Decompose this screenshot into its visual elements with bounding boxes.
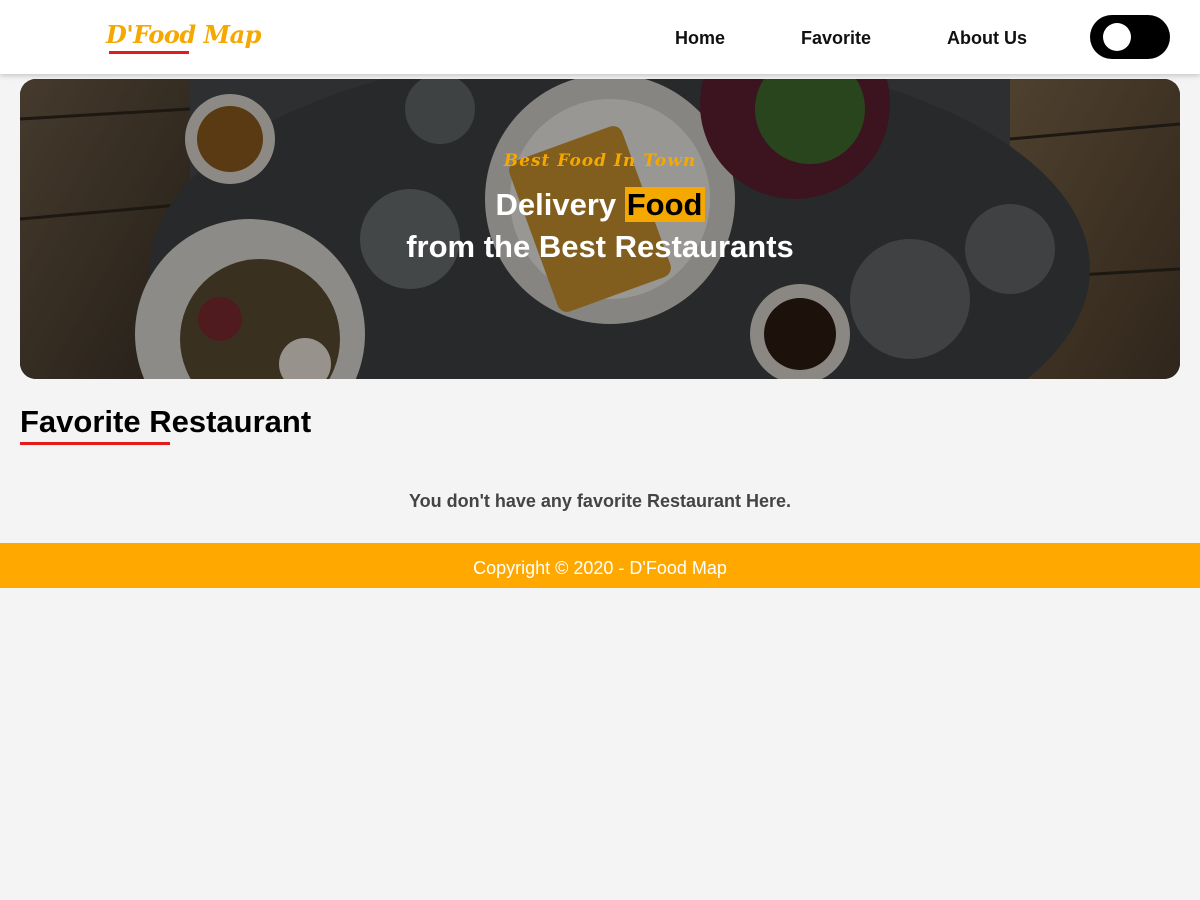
brand-underline [109,51,189,54]
nav-link-about-us[interactable]: About Us [947,28,1027,49]
nav-link-home[interactable]: Home [675,28,725,49]
empty-state-message: You don't have any favorite Restaurant H… [408,491,792,511]
top-navbar: D'Food Map Home Favorite About Us [0,0,1200,74]
hero-headline-highlight: Food [624,187,705,222]
hero-headline-line1: Delivery Food [20,187,1180,223]
hero-headline-line2: from the Best Restaurants [406,229,794,264]
title-underline [20,442,170,445]
footer: Copyright © 2020 - D'Food Map [0,543,1200,588]
hero-tagline: Best Food In Town [503,151,697,171]
hero-text-block: Best Food In Town Delivery Food from the… [20,79,1180,379]
hero-banner: Best Food In Town Delivery Food from the… [20,79,1180,379]
theme-toggle[interactable] [1090,15,1170,59]
toggle-knob [1103,23,1131,51]
nav-link-favorite[interactable]: Favorite [801,28,871,49]
footer-copyright: Copyright © 2020 - D'Food Map [473,558,727,578]
brand-logo-link[interactable]: D'Food Map [106,20,261,49]
page-title: Favorite Restaurant [20,404,312,439]
hero-headline-prefix: Delivery [495,187,617,222]
